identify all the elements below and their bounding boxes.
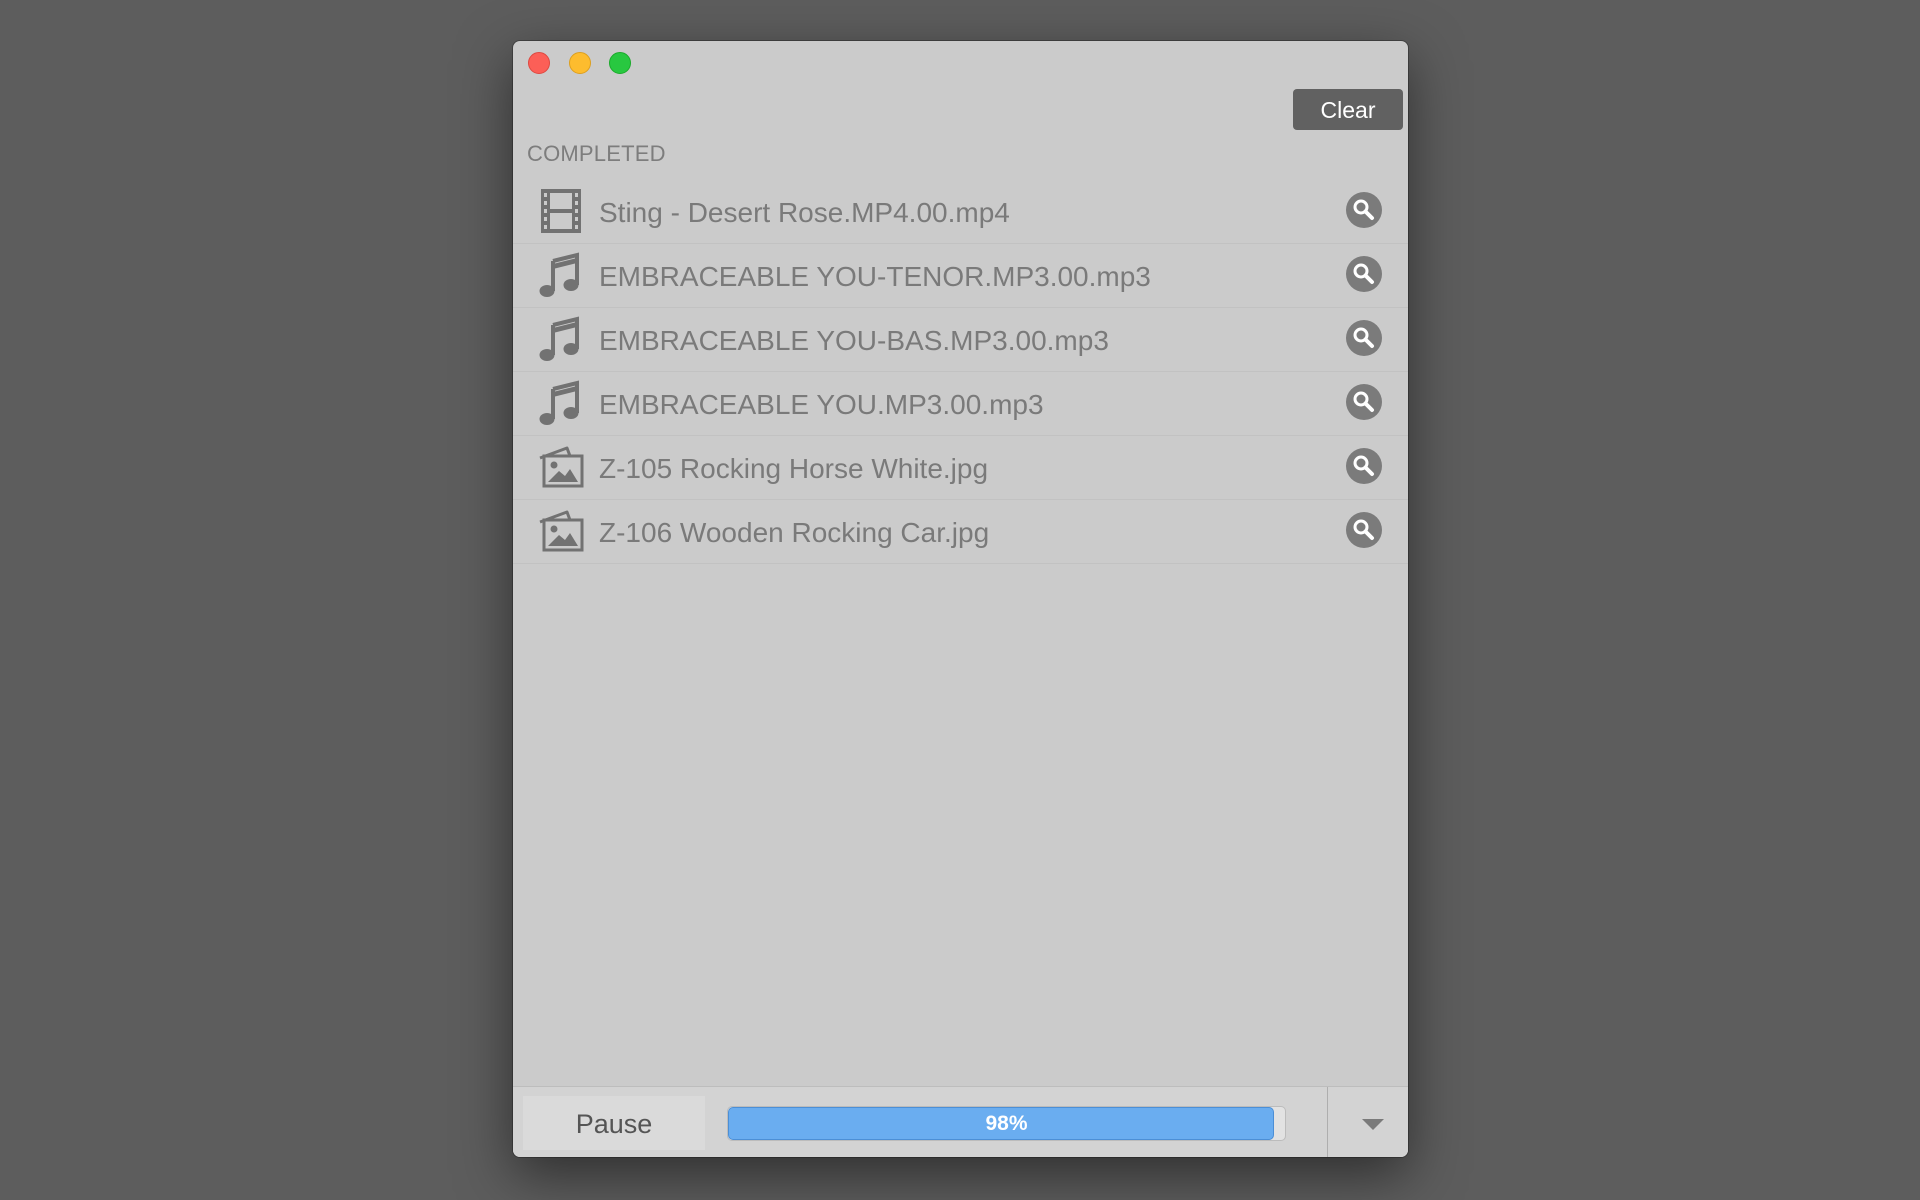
triangle-down-icon [1362, 1119, 1384, 1130]
file-name: EMBRACEABLE YOU-BAS.MP3.00.mp3 [599, 325, 1109, 356]
photo-icon [539, 510, 584, 552]
magnifier-icon [1353, 519, 1374, 540]
magnifier-icon [1353, 199, 1374, 220]
pause-button[interactable]: Pause [523, 1096, 705, 1150]
progress-bar: 98% [727, 1106, 1286, 1141]
reveal-in-finder-button[interactable] [1346, 448, 1382, 484]
magnifier-icon [1353, 391, 1374, 412]
music-note-icon [539, 252, 579, 297]
list-item[interactable]: Z-105 Rocking Horse White.jpg [513, 436, 1408, 500]
magnifier-icon [1353, 263, 1374, 284]
list-item[interactable]: EMBRACEABLE YOU-TENOR.MP3.00.mp3 [513, 244, 1408, 308]
title-bar[interactable] [513, 41, 1408, 83]
status-bar: Pause 98% [513, 1086, 1408, 1157]
progress-percentage: 98% [985, 1112, 1028, 1135]
music-note-icon [539, 316, 579, 361]
close-window-button[interactable] [528, 52, 550, 74]
list-item[interactable]: Z-106 Wooden Rocking Car.jpg [513, 500, 1408, 564]
zoom-window-button[interactable] [609, 52, 631, 74]
reveal-in-finder-button[interactable] [1346, 192, 1382, 228]
list-item[interactable]: EMBRACEABLE YOU.MP3.00.mp3 [513, 372, 1408, 436]
completed-file-list: Sting - Desert Rose.MP4.00.mp4 EMBRACEAB… [513, 180, 1408, 564]
magnifier-icon [1353, 327, 1374, 348]
reveal-in-finder-button[interactable] [1346, 256, 1382, 292]
reveal-in-finder-button[interactable] [1346, 512, 1382, 548]
list-item[interactable]: Sting - Desert Rose.MP4.00.mp4 [513, 180, 1408, 244]
divider [1327, 1087, 1328, 1157]
file-name: EMBRACEABLE YOU.MP3.00.mp3 [599, 389, 1044, 420]
file-name: Z-105 Rocking Horse White.jpg [599, 453, 989, 484]
clear-button[interactable]: Clear [1293, 89, 1403, 130]
file-name: Z-106 Wooden Rocking Car.jpg [599, 517, 990, 548]
file-name: Sting - Desert Rose.MP4.00.mp4 [599, 197, 1010, 228]
reveal-in-finder-button[interactable] [1346, 320, 1382, 356]
section-heading: COMPLETED [527, 141, 666, 166]
magnifier-icon [1353, 455, 1374, 476]
music-note-icon [539, 380, 579, 425]
options-dropdown-button[interactable] [1343, 1101, 1391, 1145]
photo-icon [539, 446, 584, 488]
film-icon [541, 189, 581, 233]
downloads-window: COMPLETED Clear Sting - Desert Rose.MP4.… [513, 41, 1408, 1157]
file-name: EMBRACEABLE YOU-TENOR.MP3.00.mp3 [599, 261, 1151, 292]
minimize-window-button[interactable] [569, 52, 591, 74]
list-item[interactable]: EMBRACEABLE YOU-BAS.MP3.00.mp3 [513, 308, 1408, 372]
reveal-in-finder-button[interactable] [1346, 384, 1382, 420]
